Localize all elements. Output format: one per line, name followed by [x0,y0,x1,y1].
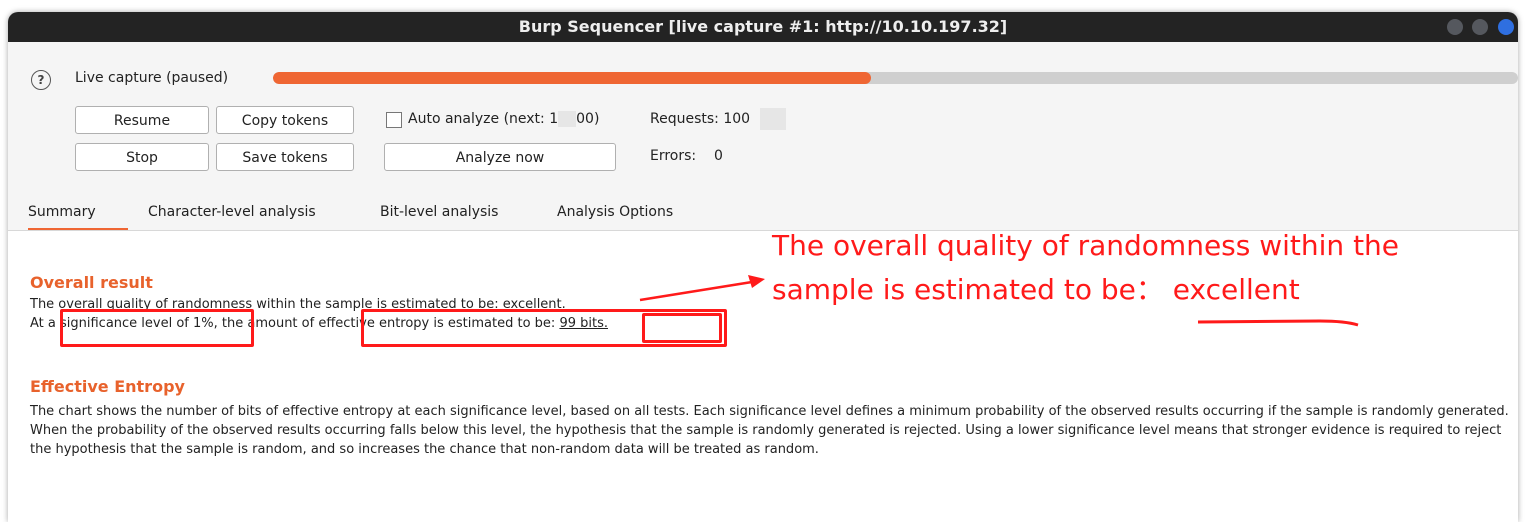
annotation-arrow-head [748,275,765,288]
annotation-overlay [639,275,1359,327]
annotation-arrow-line [639,280,753,302]
annotation-underline [1197,319,1359,327]
